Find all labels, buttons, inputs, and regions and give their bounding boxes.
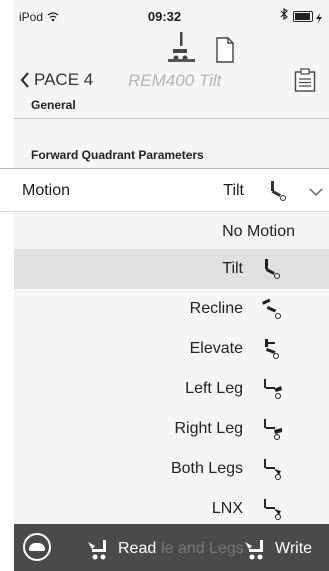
battery-tip (293, 11, 311, 20)
tilt-motion-icon (267, 179, 289, 208)
motion-selector-row[interactable]: Motion Tilt (0, 168, 329, 212)
divider (14, 118, 329, 119)
app-frame: iPod 09:32 PACE 4 REM400 Tilt General Fo… (0, 0, 329, 571)
motion-value: Tilt (223, 182, 244, 199)
option-label: Elevate (189, 340, 243, 357)
option-recline[interactable]: Recline (14, 289, 329, 329)
section-header-general: General (14, 98, 329, 112)
write-button[interactable]: Write (243, 537, 312, 561)
back-label: PACE 4 (34, 70, 94, 89)
navigation-bar: PACE 4 REM400 Tilt (0, 62, 329, 100)
write-chair-icon (245, 540, 263, 560)
option-right-leg[interactable]: Right Leg (14, 409, 329, 449)
chevron-down-icon (309, 184, 323, 202)
both-legs-icon (261, 457, 285, 486)
section-forward-label: Forward Quadrant Parameters (31, 148, 204, 162)
option-both-legs[interactable]: Both Legs (14, 449, 329, 489)
page-subtitle: REM400 Tilt (128, 71, 222, 90)
read-label: Read (118, 540, 157, 557)
bluetooth-icon (280, 7, 288, 23)
write-label: Write (275, 540, 313, 557)
connection-status-icon[interactable] (23, 533, 51, 561)
option-no-motion[interactable]: No Motion (14, 212, 329, 252)
left-leg-icon (261, 377, 285, 406)
document-tab-icon[interactable] (213, 25, 237, 63)
view-tabs (0, 25, 329, 65)
clipboard-icon[interactable] (294, 68, 316, 97)
bottom-toolbar: le and Legs Read Write (14, 524, 329, 571)
tilt-icon (261, 257, 283, 286)
section-general-label: General (31, 98, 76, 112)
status-bar: iPod 09:32 (0, 0, 329, 24)
option-label: Both Legs (170, 460, 243, 477)
option-lnx[interactable]: LNX (14, 489, 329, 529)
right-leg-icon (261, 417, 285, 446)
lnx-icon (261, 497, 285, 526)
section-header-forward: Forward Quadrant Parameters (14, 148, 329, 162)
elevate-icon (261, 337, 283, 366)
option-label: Left Leg (185, 380, 243, 397)
tilt-view-tab-icon[interactable] (166, 25, 196, 63)
option-label: Recline (189, 300, 243, 317)
chevron-left-icon (20, 72, 29, 88)
option-label: Right Leg (174, 420, 244, 437)
option-tilt[interactable]: Tilt (14, 249, 329, 289)
option-elevate[interactable]: Elevate (14, 329, 329, 369)
option-label: Tilt (222, 260, 243, 277)
obscured-option-label: le and Legs (161, 540, 244, 557)
read-chair-icon (88, 540, 106, 560)
option-label: LNX (211, 500, 243, 517)
read-button[interactable]: Read (86, 537, 156, 561)
option-left-leg[interactable]: Left Leg (14, 369, 329, 409)
motion-label: Motion (22, 182, 71, 199)
back-button[interactable]: PACE 4 (20, 70, 93, 90)
recline-icon (261, 297, 285, 326)
option-label: No Motion (222, 223, 295, 240)
